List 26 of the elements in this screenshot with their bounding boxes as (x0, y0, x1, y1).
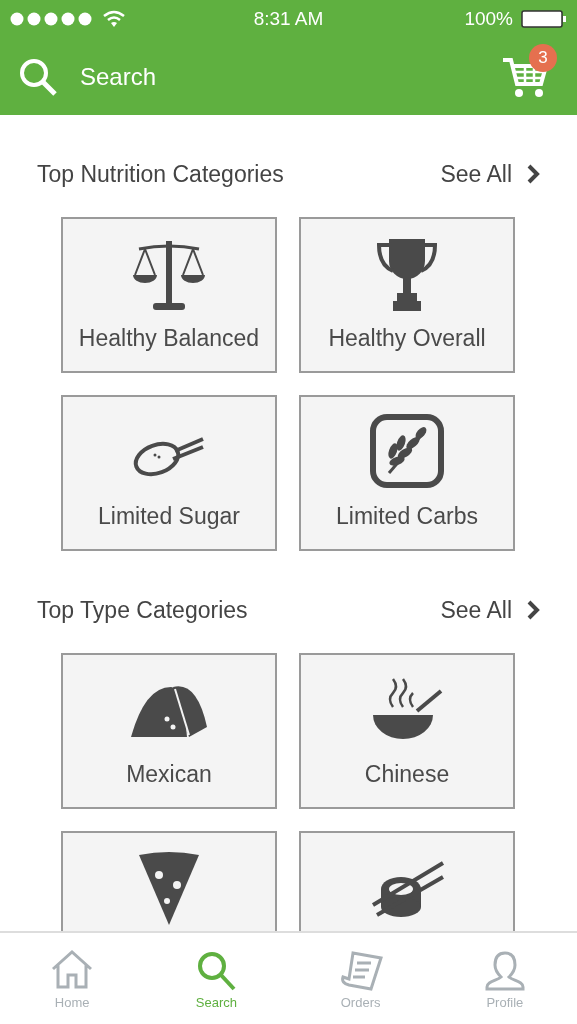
battery-percent: 100% (464, 8, 513, 30)
wifi-icon (102, 10, 126, 28)
category-tile[interactable]: Mexican (61, 653, 277, 809)
category-tile[interactable]: Healthy Overall (299, 217, 515, 373)
battery-icon (521, 10, 567, 28)
chevron-right-icon (526, 599, 540, 621)
category-label: Limited Sugar (98, 503, 240, 530)
search-icon[interactable] (18, 56, 58, 97)
cart-count-badge: 3 (529, 43, 557, 72)
section-title: Top Type Categories (37, 596, 248, 624)
category-label: Chinese (364, 761, 450, 788)
category-label: Healthy Overall (328, 325, 486, 352)
section-title: Top Nutrition Categories (37, 160, 284, 188)
category-tile[interactable]: Healthy Balanced (61, 217, 277, 373)
category-tile[interactable]: Chinese (299, 653, 515, 809)
status-time: 8:31 AM (253, 8, 324, 30)
category-label: Limited Carbs (336, 503, 478, 530)
see-all-link[interactable]: See All (440, 596, 540, 624)
see-all-link[interactable]: See All (440, 160, 540, 188)
category-label: Mexican (126, 761, 212, 788)
signal-icon (10, 12, 94, 26)
category-tile[interactable]: Limited Sugar (61, 395, 277, 551)
category-label: Healthy Balanced (78, 325, 260, 352)
category-tile[interactable]: Limited Carbs (299, 395, 515, 551)
chevron-right-icon (526, 163, 540, 185)
receipt-icon (338, 949, 383, 993)
